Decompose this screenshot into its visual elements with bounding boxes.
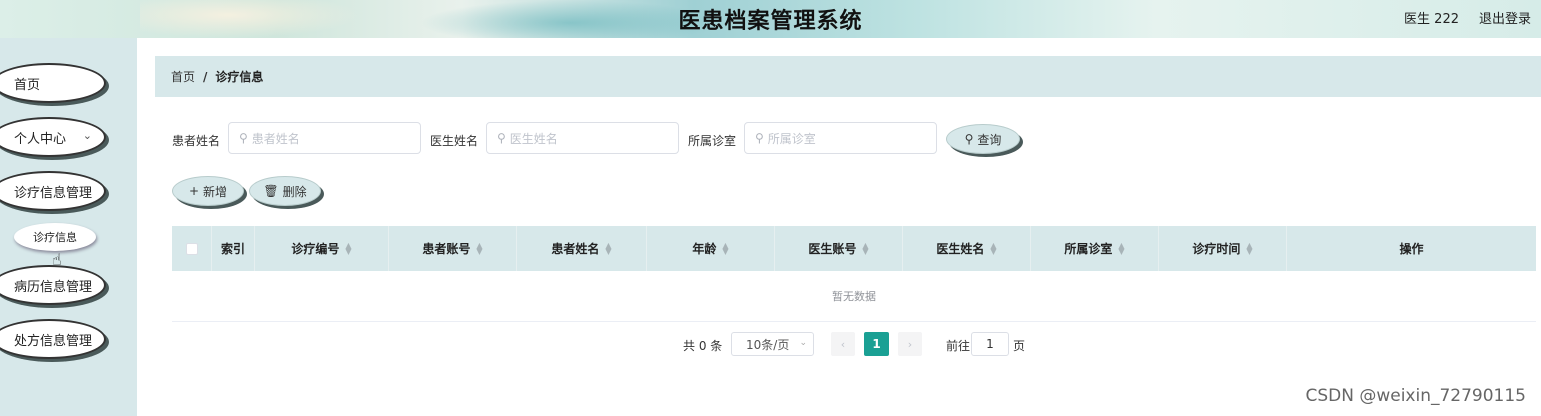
chevron-down-icon: ⌄ (82, 129, 92, 142)
next-page-button[interactable]: › (898, 332, 922, 356)
column-header[interactable]: 医生姓名 ▲ ▼ (903, 226, 1031, 271)
sidebar-item-prescription-management[interactable]: 处方信息管理 (0, 319, 106, 359)
sidebar-item-medical-record-management[interactable]: 病历信息管理 (0, 265, 106, 305)
table-header: 索引 诊疗编号 ▲ ▼ 患者账号 ▲ ▼ 患者姓名 ▲ ▼ 年龄 ▲ ▼ 医生账号 ▲ ▼ 医生姓名… (172, 226, 1536, 271)
sort-icon: ▲ ▼ (722, 240, 729, 256)
column-header[interactable]: 诊疗编号 ▲ ▼ (255, 226, 389, 271)
page-unit-label: 页 (1013, 339, 1026, 353)
trash-icon: 🗑 (263, 184, 279, 198)
sidebar-item-label: 病历信息管理 (14, 279, 93, 295)
goto-page-input[interactable]: 1 (971, 332, 1009, 356)
sidebar-item-home[interactable]: 首页 (0, 63, 106, 103)
column-header[interactable]: 诊疗时间 ▲ ▼ (1159, 226, 1287, 271)
watermark: CSDN @weixin_72790115 (1305, 386, 1526, 406)
prev-page-button[interactable]: ‹ (831, 332, 855, 356)
search-icon: ⚲ (239, 131, 248, 145)
sidebar-item-personal-center[interactable]: 个人中心 ⌄ (0, 117, 106, 157)
sidebar-item-label: 个人中心 (14, 131, 67, 147)
delete-button-label: 删除 (282, 184, 307, 199)
column-header: 索引 (212, 226, 255, 271)
column-header[interactable]: 患者账号 ▲ ▼ (389, 226, 517, 271)
sidebar-item-label: 处方信息管理 (14, 333, 93, 349)
sidebar-subitem-diagnosis-info[interactable]: 诊疗信息 (14, 223, 96, 251)
header: 医患档案管理系统 医生 222 退出登录 (0, 0, 1541, 38)
doctor-name-input[interactable]: ⚲ 医生姓名 (486, 122, 679, 154)
sidebar-item-diagnosis-management[interactable]: 诊疗信息管理 (0, 171, 106, 211)
chevron-down-icon: ⌄ (799, 338, 807, 348)
goto-label: 前往 (946, 339, 971, 353)
page-size-select[interactable]: 10条/页 ⌄ (731, 332, 814, 356)
column-header[interactable]: 年龄 ▲ ▼ (647, 226, 775, 271)
user-name: 医生 222 (1404, 12, 1459, 27)
sidebar-item-label: 首页 (14, 77, 41, 93)
empty-text: 暂无数据 (832, 290, 876, 303)
room-placeholder: 所属诊室 (767, 131, 816, 146)
search-icon: ⚲ (755, 131, 764, 145)
sort-icon: ▲ ▼ (862, 240, 869, 256)
sort-icon: ▲ ▼ (1118, 240, 1125, 256)
breadcrumb: 首页 / 诊疗信息 (155, 56, 1541, 97)
page-size-value: 10条/页 (746, 337, 790, 352)
sort-icon: ▲ ▼ (345, 240, 352, 256)
doctor-name-placeholder: 医生姓名 (509, 131, 558, 146)
page-number[interactable]: 1 (864, 332, 889, 356)
query-button[interactable]: ⚲ 查询 (946, 124, 1020, 154)
column-header[interactable]: 患者姓名 ▲ ▼ (517, 226, 647, 271)
breadcrumb-current: 诊疗信息 (215, 70, 264, 84)
delete-button[interactable]: 🗑 删除 (249, 176, 321, 206)
sort-icon: ▲ ▼ (1246, 240, 1253, 256)
table-empty-row: 暂无数据 (172, 271, 1536, 322)
sort-icon: ▲ ▼ (605, 240, 612, 256)
breadcrumb-separator: / (203, 69, 208, 84)
patient-name-label: 患者姓名 (172, 134, 221, 148)
select-all-checkbox[interactable] (172, 226, 212, 271)
doctor-name-label: 医生姓名 (430, 134, 479, 148)
room-label: 所属诊室 (688, 134, 737, 148)
sidebar: 首页 个人中心 ⌄ 诊疗信息管理 诊疗信息 ☝ 病历信息管理 处方信息管理 (0, 38, 137, 416)
query-button-label: 查询 (977, 132, 1002, 147)
logout-link[interactable]: 退出登录 (1479, 8, 1531, 27)
search-icon: ⚲ (497, 131, 506, 145)
patient-name-input[interactable]: ⚲ 患者姓名 (228, 122, 421, 154)
search-icon: ⚲ (964, 132, 974, 146)
column-header: 操作 (1399, 242, 1424, 256)
plus-icon: + (188, 184, 200, 198)
column-header[interactable]: 所属诊室 ▲ ▼ (1031, 226, 1159, 271)
room-input[interactable]: ⚲ 所属诊室 (744, 122, 937, 154)
add-button[interactable]: + 新增 (172, 176, 244, 206)
add-button-label: 新增 (203, 184, 228, 199)
sort-icon: ▲ ▼ (990, 240, 997, 256)
sidebar-item-label: 诊疗信息管理 (14, 185, 93, 201)
patient-name-placeholder: 患者姓名 (251, 131, 300, 146)
pagination-total: 共 0 条 (683, 339, 723, 353)
app-title: 医患档案管理系统 (678, 9, 863, 34)
sort-icon: ▲ ▼ (476, 240, 483, 256)
breadcrumb-home[interactable]: 首页 (171, 68, 195, 85)
column-header[interactable]: 医生账号 ▲ ▼ (775, 226, 903, 271)
